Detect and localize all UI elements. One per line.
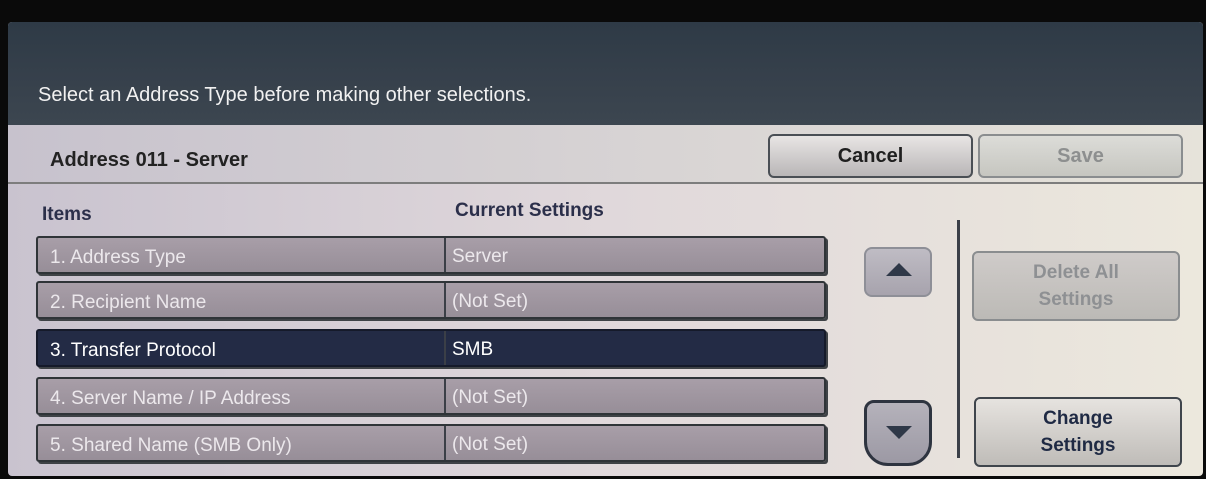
- row-divider: [444, 379, 446, 413]
- triangle-down-icon: [886, 426, 912, 439]
- row-label: 4. Server Name / IP Address: [50, 388, 291, 409]
- row-divider: [444, 426, 446, 460]
- delete-button-label: Delete All Settings: [1033, 262, 1119, 310]
- column-header-current-settings: Current Settings: [455, 200, 604, 221]
- row-divider: [444, 238, 446, 272]
- change-settings-button[interactable]: Change Settings: [974, 397, 1182, 467]
- row-divider: [444, 283, 446, 317]
- row-value: (Not Set): [452, 434, 529, 455]
- settings-row[interactable]: 1. Address Type Server: [36, 236, 826, 274]
- row-value: SMB: [452, 339, 494, 360]
- triangle-up-icon: [886, 263, 912, 276]
- row-label: 3. Transfer Protocol: [50, 340, 216, 361]
- row-value: (Not Set): [452, 387, 529, 408]
- settings-row[interactable]: 2. Recipient Name (Not Set): [36, 281, 826, 319]
- message-bar: Select an Address Type before making oth…: [8, 22, 1203, 125]
- vertical-divider: [957, 220, 960, 458]
- row-divider: [444, 331, 446, 365]
- settings-row[interactable]: 4. Server Name / IP Address (Not Set): [36, 377, 826, 415]
- scroll-down-button[interactable]: [864, 400, 932, 466]
- page-title: Address 011 - Server: [50, 149, 248, 171]
- save-button[interactable]: Save: [978, 134, 1183, 178]
- delete-all-settings-button[interactable]: Delete All Settings: [972, 251, 1180, 321]
- instruction-message: Select an Address Type before making oth…: [38, 84, 532, 106]
- settings-row-selected[interactable]: 3. Transfer Protocol SMB: [36, 329, 826, 367]
- change-button-label: Change Settings: [1040, 408, 1116, 456]
- row-value: Server: [452, 246, 508, 267]
- settings-row[interactable]: 5. Shared Name (SMB Only) (Not Set): [36, 424, 826, 462]
- cancel-button[interactable]: Cancel: [768, 134, 973, 178]
- row-value: (Not Set): [452, 291, 529, 312]
- scroll-up-button[interactable]: [864, 247, 932, 297]
- column-header-items: Items: [42, 204, 92, 225]
- row-label: 5. Shared Name (SMB Only): [50, 435, 292, 456]
- touch-screen: Select an Address Type before making oth…: [8, 22, 1203, 476]
- row-label: 2. Recipient Name: [50, 292, 207, 313]
- row-label: 1. Address Type: [50, 247, 186, 268]
